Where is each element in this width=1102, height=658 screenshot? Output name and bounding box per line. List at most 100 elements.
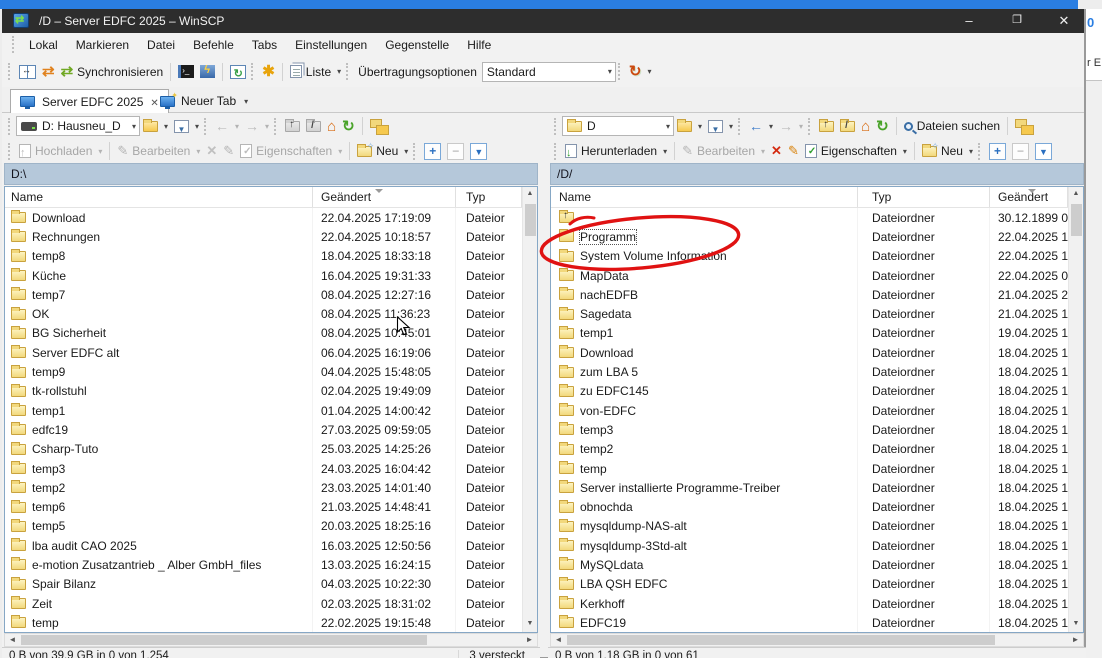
file-row[interactable]: temp1 Dateiordner 19.04.2025 19: [551,324,1068,343]
file-row[interactable]: mysqldump-NAS-alt Dateiordner 18.04.2025… [551,517,1068,536]
file-row[interactable]: Server installierte Programme-Treiber Da… [551,478,1068,497]
scroll-down-icon[interactable]: ▼ [1069,617,1083,632]
local-edit-button[interactable]: Bearbeiten [114,141,203,162]
file-row[interactable]: temp9 04.04.2025 15:48:05 Dateior [5,362,522,381]
file-row[interactable]: Csharp-Tuto 25.03.2025 14:25:26 Dateior [5,440,522,459]
remote-directory-combo[interactable]: D [562,116,674,136]
scrollbar-thumb[interactable] [525,204,536,236]
file-row[interactable]: lba audit CAO 2025 16.03.2025 12:50:56 D… [5,536,522,555]
local-forward-button[interactable]: → [242,116,272,137]
column-header-modified[interactable]: Geändert [313,187,456,207]
local-rename-button[interactable] [220,141,237,162]
console-button[interactable] [175,61,197,82]
menu-hilfe[interactable]: Hilfe [458,34,500,56]
file-row[interactable]: Programm Dateiordner 22.04.2025 17: [551,227,1068,246]
upload-button[interactable]: Hochladen [16,141,105,162]
local-delete-button[interactable]: ✕ [203,141,220,162]
file-row[interactable]: von-EDFC Dateiordner 18.04.2025 11: [551,401,1068,420]
file-row[interactable]: BG Sicherheit 08.04.2025 10:45:01 Dateio… [5,324,522,343]
file-row[interactable]: zu EDFC145 Dateiordner 18.04.2025 11: [551,382,1068,401]
local-selection-filter-button[interactable] [467,141,490,162]
file-row[interactable]: Sagedata Dateiordner 21.04.2025 11: [551,304,1068,323]
local-drive-combo[interactable]: D: Hausneu_D [16,116,140,136]
local-horizontal-scrollbar[interactable]: ◄ ► [4,633,538,647]
menu-tabs[interactable]: Tabs [243,34,286,56]
remote-edit-button[interactable]: Bearbeiten [679,141,768,162]
file-row[interactable]: Download 22.04.2025 17:19:09 Dateior [5,208,522,227]
scroll-right-icon[interactable]: ► [1068,634,1083,646]
putty-button[interactable] [197,61,218,82]
column-header-name[interactable]: Name [5,187,313,207]
remote-filter-button[interactable] [705,116,736,137]
view-liste-button[interactable]: Liste [287,61,344,82]
file-row[interactable]: obnochda Dateiordner 18.04.2025 11: [551,497,1068,516]
local-refresh-button[interactable] [339,116,358,137]
file-row[interactable]: temp3 Dateiordner 18.04.2025 11: [551,420,1068,439]
remote-horizontal-scrollbar[interactable]: ◄ ► [550,633,1084,647]
tab-server-edfc-2025[interactable]: Server EDFC 2025 [10,89,169,113]
file-row[interactable]: MySQLdata Dateiordner 18.04.2025 11: [551,555,1068,574]
scroll-down-icon[interactable]: ▼ [523,617,537,632]
maximize-button[interactable]: ❐ [994,9,1040,33]
transfer-settings-button[interactable] [626,61,655,82]
title-bar[interactable]: /D – Server EDFC 2025 – WinSCP – ❐ ✕ [2,9,1084,33]
file-row[interactable]: Rechnungen 22.04.2025 10:18:57 Dateior [5,227,522,246]
remote-back-button[interactable]: ← [746,116,776,137]
remote-refresh-button[interactable] [873,116,892,137]
remote-select-button[interactable]: + [986,141,1009,162]
column-header-type[interactable]: Typ [858,187,990,207]
file-row[interactable]: Küche 16.04.2025 19:31:33 Dateior [5,266,522,285]
local-unselect-button[interactable]: − [444,141,467,162]
local-tree-button[interactable] [367,116,391,137]
remote-home-button[interactable] [858,116,873,137]
remote-forward-button[interactable]: → [776,116,806,137]
local-open-directory-button[interactable] [140,116,171,137]
scrollbar-thumb[interactable] [567,635,995,645]
scroll-up-icon[interactable]: ▲ [1069,187,1083,202]
scroll-left-icon[interactable]: ◄ [5,634,20,646]
scroll-up-icon[interactable]: ▲ [523,187,537,202]
file-row[interactable]: Zeit 02.03.2025 18:31:02 Dateior [5,594,522,613]
file-row[interactable]: temp Dateiordner 18.04.2025 11: [551,459,1068,478]
refresh-session-button[interactable] [227,61,249,82]
file-row[interactable]: temp3 24.03.2025 16:04:42 Dateior [5,459,522,478]
remote-root-directory-button[interactable] [837,116,858,137]
file-row[interactable]: temp2 23.03.2025 14:01:40 Dateior [5,478,522,497]
file-row[interactable]: temp5 20.03.2025 18:25:16 Dateior [5,517,522,536]
menu-einstellungen[interactable]: Einstellungen [286,34,376,56]
local-root-directory-button[interactable] [303,116,324,137]
new-tab-button[interactable]: Neuer Tab [154,90,254,112]
local-new-button[interactable]: Neu [354,141,411,162]
file-row[interactable]: Dateiordner 30.12.1899 00: [551,208,1068,227]
remote-vertical-scrollbar[interactable]: ▲ ▼ [1068,187,1083,632]
remote-open-directory-button[interactable] [674,116,705,137]
local-back-button[interactable]: ← [212,116,242,137]
local-path-bar[interactable]: D:\ [4,163,538,185]
scroll-right-icon[interactable]: ► [522,634,537,646]
remote-selection-filter-button[interactable] [1032,141,1055,162]
file-row[interactable]: temp8 18.04.2025 18:33:18 Dateior [5,247,522,266]
file-row[interactable]: tk-rollstuhl 02.04.2025 19:49:09 Dateior [5,382,522,401]
column-header-type[interactable]: Typ [456,187,522,207]
menu-markieren[interactable]: Markieren [67,34,138,56]
scroll-left-icon[interactable]: ◄ [551,634,566,646]
remote-new-button[interactable]: Neu [919,141,976,162]
file-row[interactable]: Download Dateiordner 18.04.2025 12: [551,343,1068,362]
column-header-name[interactable]: Name [551,187,858,207]
remote-unselect-button[interactable]: − [1009,141,1032,162]
file-row[interactable]: System Volume Information Dateiordner 22… [551,247,1068,266]
menu-datei[interactable]: Datei [138,34,184,56]
file-row[interactable]: temp2 Dateiordner 18.04.2025 11: [551,440,1068,459]
file-row[interactable]: OK 08.04.2025 11:36:23 Dateior [5,304,522,323]
column-header-modified[interactable]: Geändert [990,187,1068,207]
split-panes-button[interactable] [16,61,39,82]
file-row[interactable]: Server EDFC alt 06.04.2025 16:19:06 Date… [5,343,522,362]
remote-parent-directory-button[interactable] [816,116,837,137]
file-row[interactable]: mysqldump-3Std-alt Dateiordner 18.04.202… [551,536,1068,555]
scrollbar-thumb[interactable] [1071,204,1082,236]
transfer-preset-combo[interactable]: Standard [482,62,616,82]
find-files-button[interactable]: Dateien suchen [901,116,1003,137]
remote-tree-button[interactable] [1012,116,1036,137]
file-row[interactable]: e-motion Zusatzantrieb _ Alber GmbH_file… [5,555,522,574]
remote-path-bar[interactable]: /D/ [550,163,1084,185]
